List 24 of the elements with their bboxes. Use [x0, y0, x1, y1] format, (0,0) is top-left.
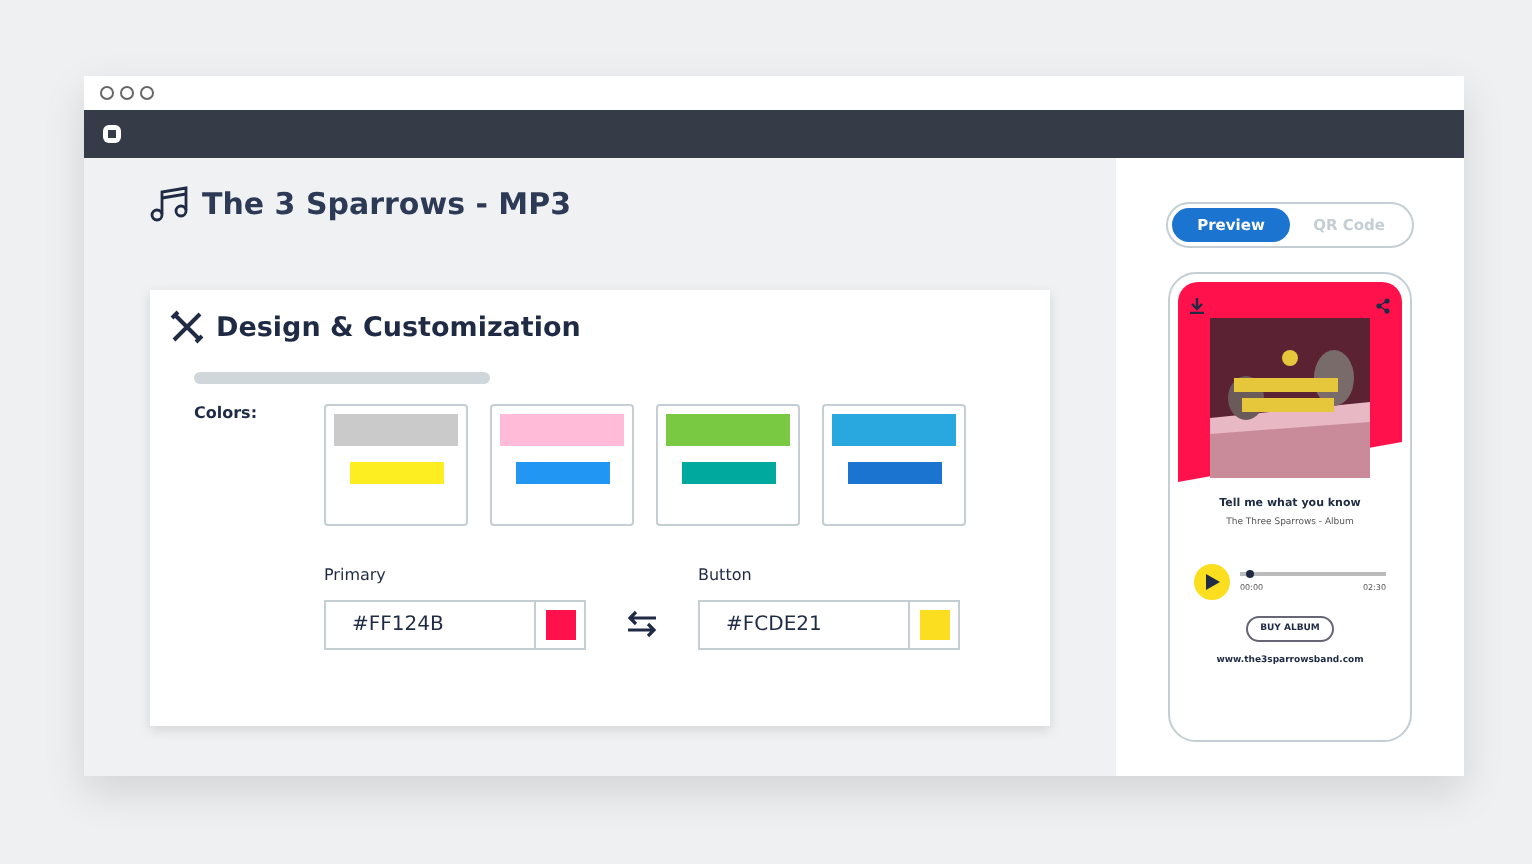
window-dot-icon	[100, 86, 114, 100]
page-title: The 3 Sparrows - MP3	[202, 186, 572, 222]
colors-label: Colors:	[194, 404, 260, 426]
color-input[interactable]: #FF124B	[324, 600, 586, 650]
color-chip[interactable]	[919, 610, 949, 640]
color-preset[interactable]	[324, 404, 468, 526]
music-note-icon	[150, 186, 190, 222]
window-dot-icon	[120, 86, 134, 100]
play-icon	[1205, 574, 1219, 590]
progress-thumb[interactable]	[1246, 570, 1255, 578]
download-icon[interactable]	[1190, 298, 1204, 314]
logo-icon	[102, 124, 122, 144]
color-preset[interactable]	[822, 404, 966, 526]
color-chip[interactable]	[545, 610, 575, 640]
window-dot-icon	[140, 86, 154, 100]
card-title: Design & Customization	[216, 311, 581, 343]
color-preset[interactable]	[490, 404, 634, 526]
swap-icon[interactable]	[626, 608, 658, 640]
play-button[interactable]	[1194, 564, 1230, 600]
share-icon[interactable]	[1376, 298, 1390, 314]
field-label: Primary	[324, 566, 388, 584]
field-label: Button	[698, 566, 754, 584]
color-preset[interactable]	[656, 404, 800, 526]
color-input[interactable]: #FCDE21	[698, 600, 960, 650]
